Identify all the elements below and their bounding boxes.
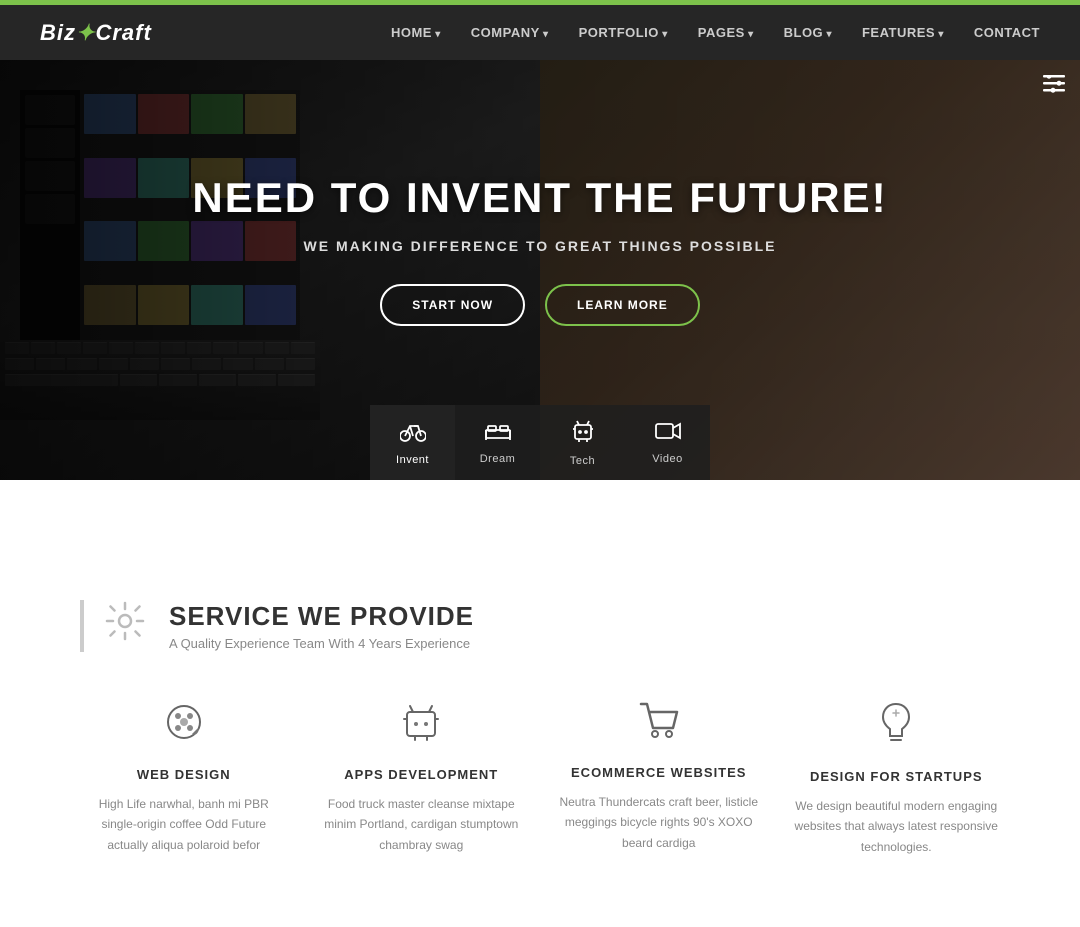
nav-links: HOME COMPANY PORTFOLIO PAGES BLOG FEATUR… <box>391 24 1040 42</box>
hero-title: NEED TO INVENT THE FUTURE! <box>192 174 887 222</box>
service-ecommerce-name: ECOMMERCE WEBSITES <box>555 765 763 780</box>
camera-icon <box>655 421 681 447</box>
service-apps-dev: APPS DEVELOPMENT Food truck master clean… <box>318 702 526 857</box>
services-header: SERVICE WE PROVIDE A Quality Experience … <box>80 600 1000 652</box>
logo[interactable]: Biz✦Craft <box>40 20 152 46</box>
service-startups-desc: We design beautiful modern engaging webs… <box>793 796 1001 857</box>
services-subtitle: A Quality Experience Team With 4 Years E… <box>169 636 474 651</box>
service-startups-name: DESIGN FOR STARTUPS <box>793 769 1001 784</box>
hero-buttons: START NOW LEARN MORE <box>192 284 887 326</box>
nav-link-features[interactable]: FEATURES <box>862 25 944 40</box>
learn-more-button[interactable]: LEARN MORE <box>545 284 700 326</box>
service-web-design: WEB DESIGN High Life narwhal, banh mi PB… <box>80 702 288 857</box>
nav-link-portfolio[interactable]: PORTFOLIO <box>579 25 668 40</box>
gear-icon <box>104 600 146 652</box>
nav-link-company[interactable]: COMPANY <box>471 25 549 40</box>
service-web-design-desc: High Life narwhal, banh mi PBR single-or… <box>80 794 288 855</box>
services-title-block: SERVICE WE PROVIDE A Quality Experience … <box>169 601 474 651</box>
logo-text: Biz✦Craft <box>40 20 152 45</box>
nav-item-portfolio[interactable]: PORTFOLIO <box>579 24 668 42</box>
hero-section: NEED TO INVENT THE FUTURE! WE MAKING DIF… <box>0 60 1080 480</box>
nav-item-contact[interactable]: CONTACT <box>974 24 1040 42</box>
tab-video-label: Video <box>652 453 682 465</box>
nav-link-home[interactable]: HOME <box>391 25 441 40</box>
hero-tabs: Invent Dream <box>370 405 710 480</box>
palette-icon <box>80 702 288 751</box>
service-web-design-name: WEB DESIGN <box>80 767 288 782</box>
service-ecommerce: ECOMMERCE WEBSITES Neutra Thundercats cr… <box>555 702 763 857</box>
nav-item-home[interactable]: HOME <box>391 24 441 42</box>
start-now-button[interactable]: START NOW <box>380 284 525 326</box>
nav-item-company[interactable]: COMPANY <box>471 24 549 42</box>
service-apps-dev-name: APPS DEVELOPMENT <box>318 767 526 782</box>
tab-dream[interactable]: Dream <box>455 405 540 480</box>
tab-invent-label: Invent <box>396 454 429 466</box>
tab-invent[interactable]: Invent <box>370 405 455 480</box>
nav-item-blog[interactable]: BLOG <box>784 24 832 42</box>
services-grid: WEB DESIGN High Life narwhal, banh mi PB… <box>80 702 1000 857</box>
service-startups: DESIGN FOR STARTUPS We design beautiful … <box>793 702 1001 857</box>
service-ecommerce-desc: Neutra Thundercats craft beer, listicle … <box>555 792 763 853</box>
services-section: SERVICE WE PROVIDE A Quality Experience … <box>0 540 1080 897</box>
lightbulb-icon <box>793 702 1001 753</box>
android-apps-icon <box>318 702 526 751</box>
service-apps-dev-desc: Food truck master cleanse mixtape minim … <box>318 794 526 855</box>
services-title: SERVICE WE PROVIDE <box>169 601 474 632</box>
tab-video[interactable]: Video <box>625 405 710 480</box>
hero-subtitle: WE MAKING DIFFERENCE TO GREAT THINGS POS… <box>192 238 887 254</box>
filter-icon[interactable] <box>1043 75 1065 98</box>
bed-icon <box>485 421 511 447</box>
nav-link-contact[interactable]: CONTACT <box>974 25 1040 40</box>
navbar: Biz✦Craft HOME COMPANY PORTFOLIO PAGES B… <box>0 5 1080 60</box>
nav-link-pages[interactable]: PAGES <box>698 25 754 40</box>
tab-tech[interactable]: Tech <box>540 405 625 480</box>
nav-item-pages[interactable]: PAGES <box>698 24 754 42</box>
nav-item-features[interactable]: FEATURES <box>862 24 944 42</box>
cart-icon <box>555 702 763 749</box>
spacer <box>0 480 1080 540</box>
hero-content: NEED TO INVENT THE FUTURE! WE MAKING DIF… <box>192 174 887 326</box>
bottom-spacer <box>0 897 1080 927</box>
nav-link-blog[interactable]: BLOG <box>784 25 832 40</box>
tab-tech-label: Tech <box>570 455 595 467</box>
android-icon <box>573 419 593 449</box>
tab-dream-label: Dream <box>480 453 516 465</box>
bike-icon <box>400 420 426 448</box>
